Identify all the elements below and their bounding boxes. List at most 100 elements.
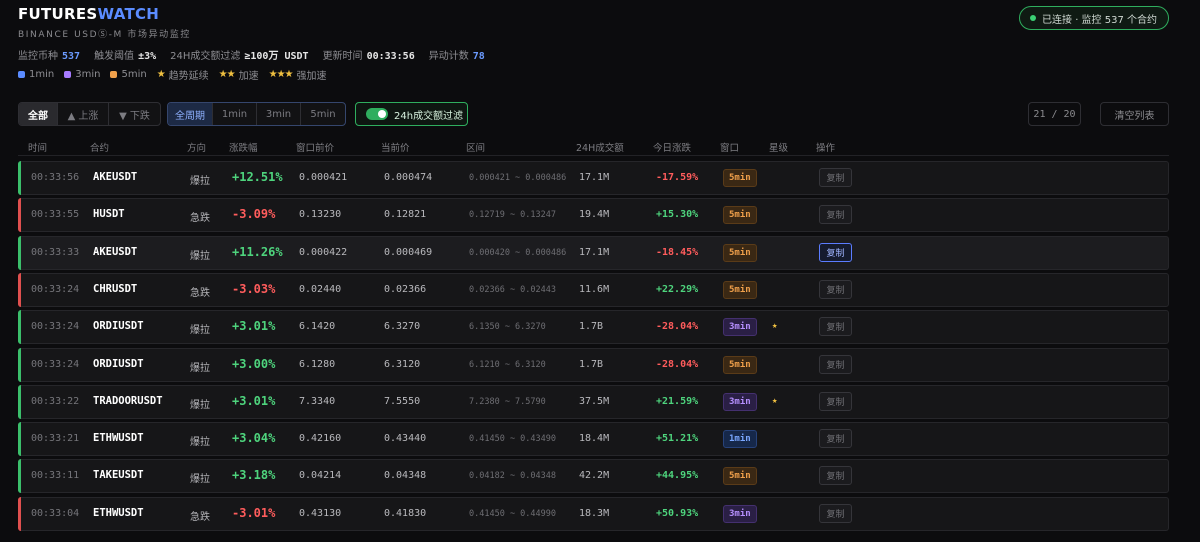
stat-label: 触发阈值 [94,51,135,62]
legend-star-item: ★★ 加速 [219,67,259,82]
cell-symbol: AKEUSDT [93,171,138,183]
cell-time: 00:33:04 [31,507,80,519]
table-row[interactable]: 00:33:11 TAKEUSDT 爆拉 +3.18% 0.04214 0.04348 0.… [18,459,1169,494]
cell-time: 00:33:24 [31,283,80,295]
cell-symbol: ORDIUSDT [93,357,144,370]
copy-button[interactable]: 复制 [819,317,852,337]
copy-button[interactable]: 复制 [819,242,852,262]
trend-bar [18,347,21,382]
table-row[interactable]: 00:33:56 AKEUSDT 爆拉 +12.51% 0.000421 0.000474… [18,161,1169,195]
cell-today-change: +15.30% [656,209,699,221]
table-row[interactable]: 00:33:21 ETHWUSDT 爆拉 +3.04% 0.42160 0.43440 0.… [18,422,1169,457]
volume-filter-label: 24h成交额过滤 [394,110,464,122]
column-header: 窗口 [720,143,740,154]
copy-button[interactable]: 复制 [819,279,852,299]
cell-time: 00:33:21 [31,433,80,445]
cell-pre-price: 0.43130 [299,507,342,519]
stat-value: 00:33:56 [366,51,415,62]
cell-range: 0.04182 ~ 0.04348 [469,471,556,482]
cell-direction: 爆拉 [190,250,210,262]
period-tab[interactable]: 1min [213,103,257,125]
star-icon: ★ [772,395,778,406]
window-badge: 5min [723,467,757,486]
copy-button[interactable]: 复制 [819,429,852,449]
window-badge: 3min [723,392,757,411]
copy-button[interactable]: 复制 [819,466,852,486]
period-tab[interactable]: 5min [301,103,345,125]
cell-today-change: +51.21% [656,433,699,445]
copy-button[interactable]: 复制 [819,503,852,523]
star-icon: ★★★ [268,69,294,80]
window-badge: 3min [723,318,757,337]
stat-item: 异动计数 78 [429,47,485,62]
brand-part1: FUTURES [18,5,98,23]
star-icon: ★★ [218,69,236,80]
stat-value: ±3% [138,51,157,62]
toggle-switch-icon[interactable] [366,108,388,120]
stat-value: 537 [62,51,81,62]
column-header: 星级 [769,143,789,154]
cell-time: 00:33:24 [31,358,80,370]
cell-change: -3.01% [232,505,276,520]
copy-button[interactable]: 复制 [819,168,852,187]
cell-symbol: TAKEUSDT [93,469,144,482]
window-badge: 5min [723,169,757,187]
column-header: 合约 [90,143,110,154]
table-row[interactable]: 00:33:24 ORDIUSDT 爆拉 +3.01% 6.1420 6.3270 6.13… [18,310,1169,345]
cell-direction: 爆拉 [190,325,210,337]
cell-symbol: ETHWUSDT [93,432,144,445]
brand-part2: WATCH [97,5,160,23]
cell-range: 7.2380 ~ 7.5790 [469,396,546,407]
clear-list-button[interactable]: 清空列表 [1100,102,1169,126]
legend-window-label: 5min [121,69,147,80]
trend-bar [18,310,21,345]
cell-change: +3.04% [232,431,276,446]
cell-pre-price: 0.000422 [299,246,348,258]
cell-current-price: 7.5550 [384,395,421,407]
cell-symbol: HUSDT [93,208,125,221]
direction-filter: 全部 ▲ 上涨 ▼ 下跌 [18,102,161,126]
cell-volume: 1.7B [579,358,604,370]
cell-volume: 37.5M [579,395,610,407]
legend-window-label: 1min [29,69,55,80]
volume-filter-toggle[interactable]: 24h成交额过滤 [355,102,468,126]
cell-time: 00:33:33 [31,246,80,258]
copy-button[interactable]: 复制 [819,354,852,374]
cell-pre-price: 6.1280 [299,358,336,370]
cell-change: +12.51% [232,170,283,184]
cell-today-change: +21.59% [656,395,699,407]
legend-swatch-icon [18,71,25,78]
period-tab[interactable]: 全周期 [168,103,213,125]
stat-item: 24H成交额过滤 ≥100万 USDT [170,47,308,62]
window-badge: 5min [723,243,757,262]
trend-bar [18,235,21,270]
column-header: 操作 [816,143,836,154]
cell-pre-price: 0.000421 [299,172,348,183]
period-tab[interactable]: 3min [257,103,301,125]
direction-tab[interactable]: ▲ 上涨 [58,103,109,125]
cell-change: -3.09% [232,207,276,222]
table-row[interactable]: 00:33:24 ORDIUSDT 爆拉 +3.00% 6.1280 6.3120 6.12… [18,347,1169,382]
cell-current-price: 6.3120 [384,358,421,370]
direction-tab[interactable]: ▼ 下跌 [109,103,160,125]
window-badge: 5min [723,206,757,225]
copy-button[interactable]: 复制 [819,205,852,225]
cell-time: 00:33:11 [31,470,80,482]
window-badge: 5min [723,355,757,374]
status-dot-icon [1030,15,1037,21]
table-row[interactable]: 00:33:24 CHRUSDT 急跌 -3.03% 0.02440 0.02366 0.0… [18,272,1169,307]
table-row[interactable]: 00:33:33 AKEUSDT 爆拉 +11.26% 0.000422 0.000469… [18,235,1169,270]
stat-item: 触发阈值 ±3% [94,47,156,62]
stat-value: 78 [472,51,485,62]
cell-today-change: -18.45% [656,246,699,258]
cell-direction: 爆拉 [190,437,210,449]
cell-current-price: 6.3270 [384,321,421,333]
table-row[interactable]: 00:33:04 ETHWUSDT 急跌 -3.01% 0.43130 0.41830 0.… [18,496,1169,531]
table-row[interactable]: 00:33:22 TRADOORUSDT 爆拉 +3.01% 7.3340 7.5550 7… [18,384,1169,419]
toolbar: 全部 ▲ 上涨 ▼ 下跌 全周期 1min 3min 5min 24h成交额过滤 21 /… [18,102,1169,126]
direction-tab[interactable]: 全部 [19,103,58,125]
copy-button[interactable]: 复制 [819,391,852,411]
cell-current-price: 0.000469 [384,246,433,258]
cell-direction: 急跌 [190,511,210,523]
table-row[interactable]: 00:33:55 HUSDT 急跌 -3.09% 0.13230 0.12821 0.127… [18,198,1169,233]
